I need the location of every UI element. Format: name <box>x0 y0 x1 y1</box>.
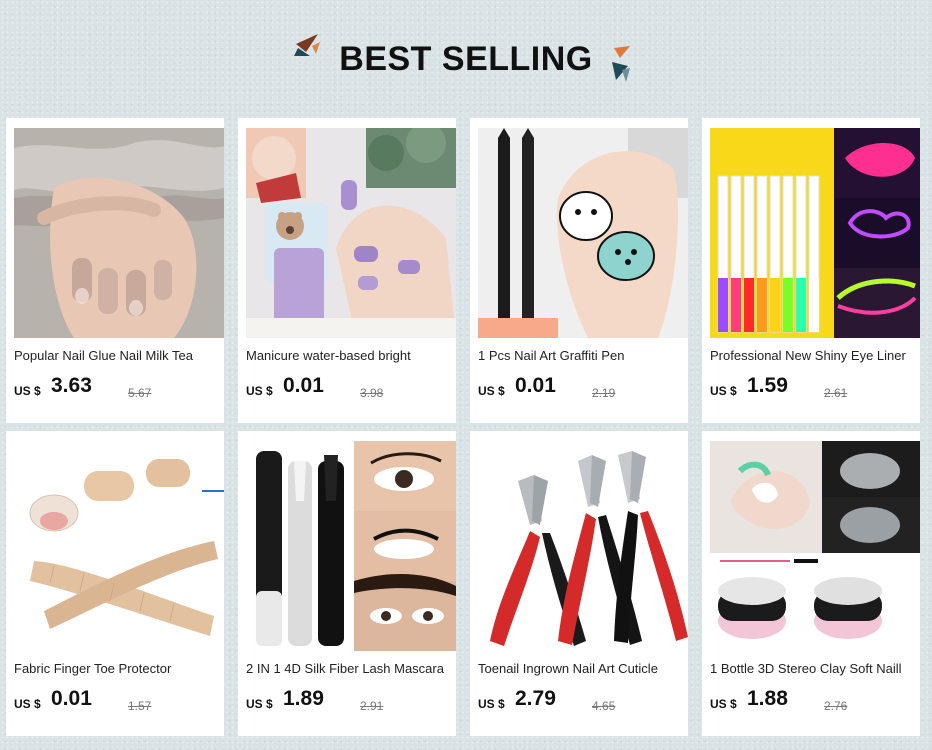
product-card[interactable]: Fabric Finger Toe Protector US $ 0.01 1.… <box>6 431 224 736</box>
product-image[interactable] <box>478 128 688 338</box>
product-card[interactable]: Manicure water-based bright US $ 0.01 3.… <box>238 118 456 423</box>
purple-nail-polish-image <box>246 128 456 338</box>
product-name[interactable]: 1 Bottle 3D Stereo Clay Soft Naill <box>710 661 918 679</box>
product-image[interactable] <box>478 441 688 651</box>
product-image[interactable] <box>710 128 920 338</box>
currency-label: US $ <box>710 697 737 711</box>
original-price: 1.57 <box>128 699 152 713</box>
product-image[interactable] <box>710 441 920 651</box>
product-image[interactable] <box>246 441 456 651</box>
currency-label: US $ <box>246 384 273 398</box>
decor-triangles-right-icon <box>612 46 630 82</box>
product-card[interactable]: 2 IN 1 4D Silk Fiber Lash Mascara US $ 1… <box>238 431 456 736</box>
currency-label: US $ <box>478 384 505 398</box>
neon-eyeliner-image <box>710 128 920 338</box>
sale-price: 0.01 <box>51 687 92 710</box>
product-name[interactable]: Toenail Ingrown Nail Art Cuticle <box>478 661 686 679</box>
price-row: US $ 2.79 4.65 <box>478 687 686 717</box>
price-row: US $ 1.88 2.76 <box>710 687 918 717</box>
sale-price: 1.59 <box>747 374 788 397</box>
original-price: 3.98 <box>360 386 384 400</box>
product-name[interactable]: 2 IN 1 4D Silk Fiber Lash Mascara <box>246 661 454 679</box>
original-price: 5.67 <box>128 386 152 400</box>
section-title: BEST SELLING <box>339 40 593 78</box>
sale-price: 0.01 <box>283 374 324 397</box>
sale-price: 1.88 <box>747 687 788 710</box>
product-name[interactable]: Professional New Shiny Eye Liner <box>710 348 918 366</box>
price-row: US $ 0.01 1.57 <box>14 687 222 717</box>
product-image[interactable] <box>246 128 456 338</box>
product-card[interactable]: Popular Nail Glue Nail Milk Tea US $ 3.6… <box>6 118 224 423</box>
product-card[interactable]: Professional New Shiny Eye Liner US $ 1.… <box>702 118 920 423</box>
section-header: BEST SELLING <box>0 0 932 118</box>
product-name[interactable]: Fabric Finger Toe Protector <box>14 661 222 679</box>
sale-price: 1.89 <box>283 687 324 710</box>
toe-protector-image <box>14 441 224 651</box>
product-image[interactable] <box>14 128 224 338</box>
original-price: 2.19 <box>592 386 616 400</box>
lash-mascara-image <box>246 441 456 651</box>
clay-gel-image <box>710 441 920 651</box>
price-row: US $ 0.01 3.98 <box>246 374 454 404</box>
currency-label: US $ <box>710 384 737 398</box>
product-image[interactable] <box>14 441 224 651</box>
product-name[interactable]: 1 Pcs Nail Art Graffiti Pen <box>478 348 686 366</box>
price-row: US $ 3.63 5.67 <box>14 374 222 404</box>
sale-price: 2.79 <box>515 687 556 710</box>
product-card[interactable]: Toenail Ingrown Nail Art Cuticle US $ 2.… <box>470 431 688 736</box>
product-card[interactable]: 1 Bottle 3D Stereo Clay Soft Naill US $ … <box>702 431 920 736</box>
price-row: US $ 1.89 2.91 <box>246 687 454 717</box>
product-name[interactable]: Manicure water-based bright <box>246 348 454 366</box>
currency-label: US $ <box>14 697 41 711</box>
graffiti-pen-image <box>478 128 688 338</box>
sale-price: 0.01 <box>515 374 556 397</box>
cuticle-nippers-image <box>478 441 688 651</box>
currency-label: US $ <box>246 697 273 711</box>
original-price: 2.76 <box>824 699 848 713</box>
currency-label: US $ <box>14 384 41 398</box>
product-name[interactable]: Popular Nail Glue Nail Milk Tea <box>14 348 222 366</box>
price-row: US $ 1.59 2.61 <box>710 374 918 404</box>
product-grid: Popular Nail Glue Nail Milk Tea US $ 3.6… <box>6 118 926 744</box>
original-price: 4.65 <box>592 699 616 713</box>
currency-label: US $ <box>478 697 505 711</box>
nails-milk-tea-image <box>14 128 224 338</box>
price-row: US $ 0.01 2.19 <box>478 374 686 404</box>
original-price: 2.61 <box>824 386 848 400</box>
sale-price: 3.63 <box>51 374 92 397</box>
original-price: 2.91 <box>360 699 384 713</box>
product-card[interactable]: 1 Pcs Nail Art Graffiti Pen US $ 0.01 2.… <box>470 118 688 423</box>
